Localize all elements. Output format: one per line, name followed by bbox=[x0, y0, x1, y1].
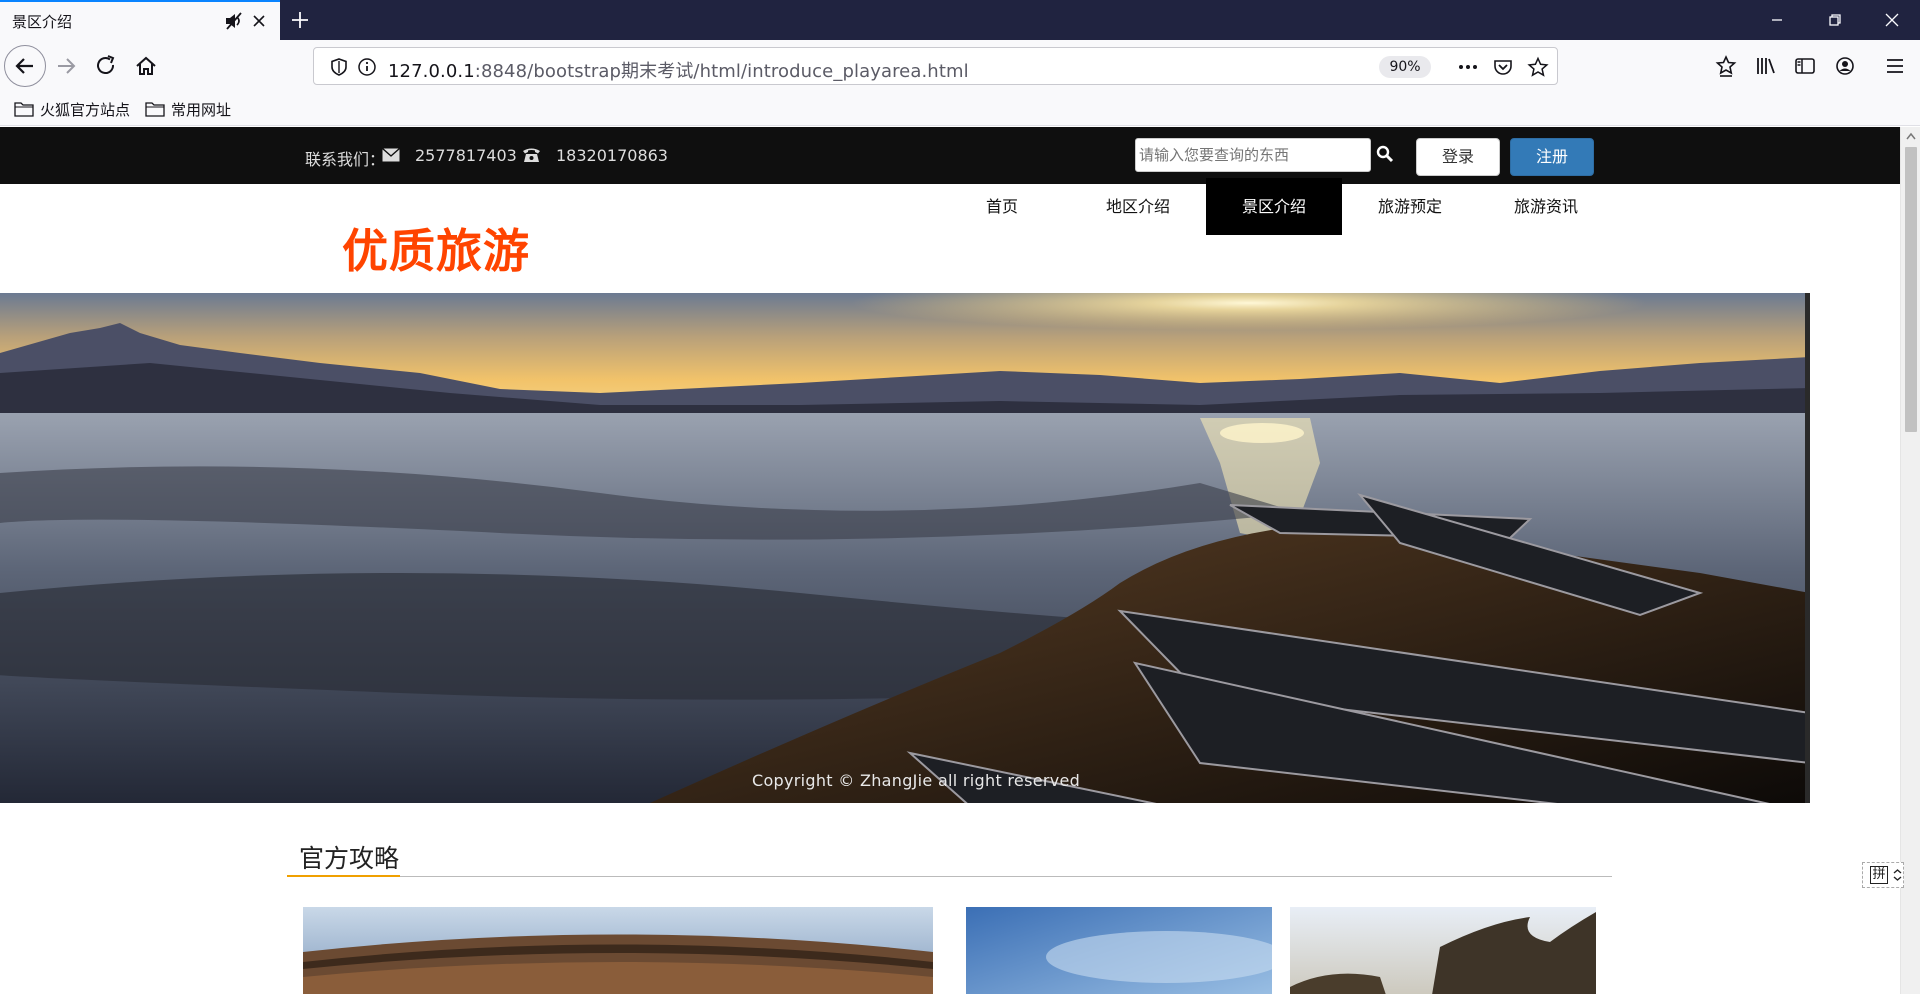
tab-title: 景区介绍 bbox=[12, 13, 73, 31]
account-icon[interactable] bbox=[1831, 52, 1859, 80]
tulou-photo bbox=[303, 907, 933, 994]
folder-icon bbox=[145, 102, 165, 117]
url-text[interactable]: 127.0.0.1:8848/bootstrap期末考试/html/introd… bbox=[388, 57, 969, 83]
restore-icon[interactable] bbox=[1823, 8, 1847, 32]
main-nav: 首页 地区介绍 景区介绍 旅游预定 旅游资讯 bbox=[934, 178, 1614, 235]
bookmark-folder-firefox[interactable]: 火狐官方站点 bbox=[14, 98, 130, 120]
tab-close-icon[interactable] bbox=[250, 12, 268, 30]
bookmarks-toolbar: 火狐官方站点 常用网址 bbox=[0, 92, 1920, 126]
blue-sky-photo bbox=[966, 907, 1272, 994]
minimize-icon[interactable] bbox=[1765, 8, 1789, 32]
home-icon[interactable] bbox=[132, 52, 160, 80]
nav-item-region[interactable]: 地区介绍 bbox=[1070, 178, 1206, 235]
site-search-input[interactable] bbox=[1135, 138, 1371, 172]
url-host: 127.0.0.1 bbox=[388, 61, 475, 82]
sidebar-toggle-icon[interactable] bbox=[1791, 52, 1819, 80]
nav-item-scenic[interactable]: 景区介绍 bbox=[1206, 178, 1342, 235]
site-brand-logo[interactable]: 优质旅游 bbox=[342, 215, 530, 281]
navigation-toolbar: 127.0.0.1:8848/bootstrap期末考试/html/introd… bbox=[0, 40, 1920, 92]
site-topbar: 联系我们： 2577817403 18320170863 登录 注册 bbox=[0, 127, 1900, 184]
tab-active[interactable]: 景区介绍 bbox=[0, 0, 280, 40]
bookmark-label: 常用网址 bbox=[171, 100, 232, 119]
login-button[interactable]: 登录 bbox=[1416, 138, 1500, 176]
search-icon[interactable] bbox=[1376, 145, 1394, 163]
guide-card-image-pagoda[interactable] bbox=[1290, 907, 1596, 994]
zoom-level-badge[interactable]: 90% bbox=[1379, 56, 1431, 78]
hero-banner-image: Copyright © ZhangJie all right reserved bbox=[0, 293, 1810, 803]
page-viewport: 联系我们： 2577817403 18320170863 登录 注册 优质旅游 … bbox=[0, 127, 1900, 994]
lake-sunset-photo bbox=[0, 293, 1810, 803]
hero-copyright-caption: Copyright © ZhangJie all right reserved bbox=[752, 771, 1081, 790]
close-window-icon[interactable] bbox=[1880, 8, 1904, 32]
address-bar[interactable]: 127.0.0.1:8848/bootstrap期末考试/html/introd… bbox=[313, 47, 1558, 85]
page-actions-icon[interactable] bbox=[1457, 56, 1479, 78]
phone-icon bbox=[523, 148, 540, 162]
nav-item-news[interactable]: 旅游资讯 bbox=[1478, 178, 1614, 235]
phone-number: 18320170863 bbox=[556, 146, 668, 165]
ime-pinyin-label: 拼 bbox=[1870, 866, 1888, 884]
tracking-shield-icon[interactable] bbox=[328, 56, 350, 78]
ime-input-widget[interactable]: 拼 bbox=[1862, 862, 1904, 888]
scroll-up-arrow-icon[interactable] bbox=[1906, 132, 1916, 140]
menu-hamburger-icon[interactable] bbox=[1881, 52, 1909, 80]
pocket-icon[interactable] bbox=[1492, 56, 1514, 78]
forward-arrow-icon[interactable] bbox=[52, 52, 80, 80]
nav-item-booking[interactable]: 旅游预定 bbox=[1342, 178, 1478, 235]
guide-card-image-tulou[interactable] bbox=[303, 907, 933, 994]
library-icon[interactable] bbox=[1752, 52, 1780, 80]
pagoda-photo bbox=[1290, 907, 1596, 994]
back-arrow-icon[interactable] bbox=[11, 52, 39, 80]
contact-label: 联系我们： bbox=[305, 150, 386, 169]
reload-icon[interactable] bbox=[92, 52, 120, 80]
site-info-icon[interactable] bbox=[356, 56, 378, 78]
scrollbar-thumb[interactable] bbox=[1905, 147, 1917, 432]
register-button[interactable]: 注册 bbox=[1510, 138, 1594, 176]
guide-card-image-sky[interactable] bbox=[966, 907, 1272, 994]
envelope-icon bbox=[382, 148, 400, 162]
tab-muted-icon[interactable] bbox=[224, 12, 244, 30]
new-tab-icon[interactable] bbox=[288, 8, 312, 32]
bookmark-label: 火狐官方站点 bbox=[40, 100, 131, 119]
folder-icon bbox=[14, 102, 34, 117]
email-number: 2577817403 bbox=[415, 146, 517, 165]
section-title: 官方攻略 bbox=[299, 844, 400, 873]
reading-list-star-icon[interactable] bbox=[1712, 52, 1740, 80]
url-path: :8848/bootstrap期末考试/html/introduce_playa… bbox=[474, 61, 969, 82]
section-header: 官方攻略 bbox=[287, 837, 1612, 877]
section-accent-underline bbox=[287, 875, 400, 877]
bookmark-folder-common[interactable]: 常用网址 bbox=[145, 98, 231, 120]
tab-strip: 景区介绍 bbox=[0, 0, 1920, 40]
nav-item-home[interactable]: 首页 bbox=[934, 178, 1070, 235]
bookmark-star-icon[interactable] bbox=[1527, 56, 1549, 78]
ime-toggle-arrows-icon[interactable] bbox=[1893, 868, 1902, 882]
